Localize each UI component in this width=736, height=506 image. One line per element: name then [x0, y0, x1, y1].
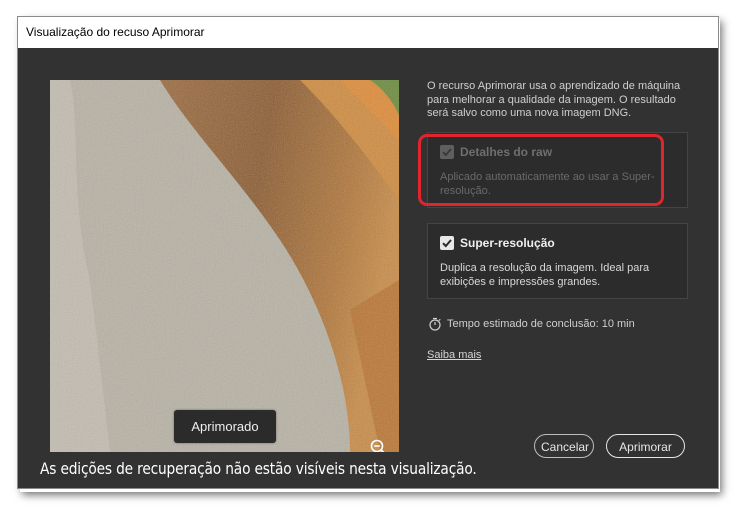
super-resolution-option[interactable]: Super-resolução Duplica a resolução da i… [427, 223, 688, 299]
preview-mode-label: Aprimorado [174, 410, 276, 443]
dialog-title: Visualização do recuso Aprimorar [18, 17, 718, 48]
preview-caption: As edições de recuperação não estão visí… [40, 459, 477, 478]
checkmark-icon [442, 239, 452, 248]
learn-more-link[interactable]: Saiba mais [427, 349, 481, 361]
feature-description: O recurso Aprimorar usa o aprendizado de… [427, 80, 681, 119]
image-preview[interactable]: Aprimorado [50, 80, 399, 452]
enhance-preview-dialog: Visualização do recuso Aprimorar Aprimor… [17, 16, 719, 489]
stopwatch-icon [429, 317, 441, 331]
enhance-button[interactable]: Aprimorar [606, 434, 685, 458]
annotation-highlight [418, 134, 664, 206]
zoom-out-icon[interactable] [369, 438, 389, 452]
super-resolution-checkbox[interactable] [440, 236, 454, 250]
super-resolution-title: Super-resolução [460, 236, 555, 250]
cancel-button[interactable]: Cancelar [534, 434, 594, 458]
estimated-time-text: Tempo estimado de conclusão: 10 min [447, 318, 635, 330]
super-resolution-body: Duplica a resolução da imagem. Ideal par… [440, 262, 650, 288]
preview-image [50, 80, 399, 452]
